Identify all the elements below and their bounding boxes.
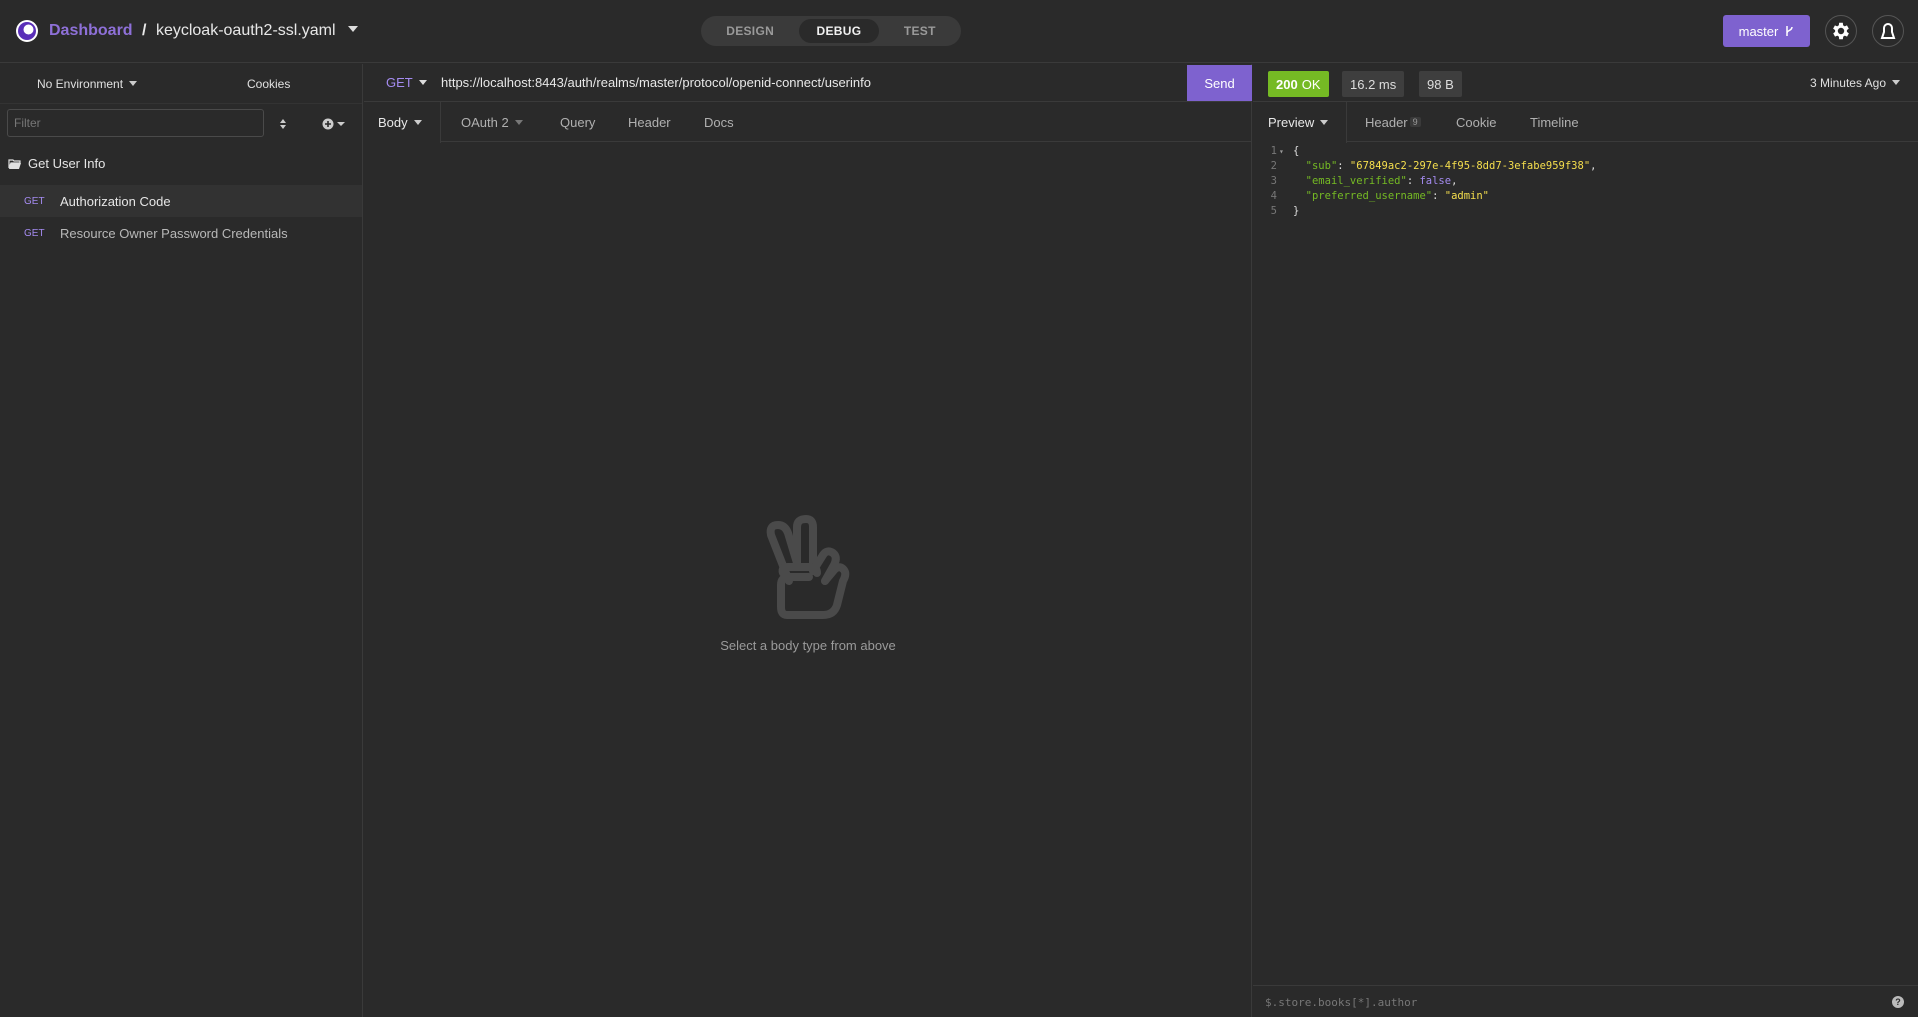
tab-label: Header — [1365, 114, 1408, 130]
peace-hand-icon — [766, 515, 850, 619]
chevron-down-icon — [418, 80, 427, 85]
chevron-down-icon — [514, 119, 523, 125]
sidebar-item-authorization-code[interactable]: GET Authorization Code — [0, 185, 362, 217]
tab-header[interactable]: Header — [628, 102, 671, 142]
folder-label: Get User Info — [28, 156, 106, 171]
tab-label: OAuth 2 — [461, 114, 509, 130]
insomnia-logo-icon[interactable] — [15, 19, 39, 43]
tab-design[interactable]: DESIGN — [708, 19, 792, 43]
tab-docs[interactable]: Docs — [704, 102, 734, 142]
json-key: "preferred_username" — [1305, 190, 1433, 202]
tab-timeline[interactable]: Timeline — [1530, 102, 1579, 142]
sort-icon[interactable] — [276, 116, 290, 132]
response-time-ago: 3 Minutes Ago — [1809, 76, 1886, 90]
filter-wrapper — [7, 109, 264, 137]
environment-row: No Environment Cookies — [0, 64, 362, 104]
line-number: 4 — [1270, 190, 1277, 202]
tab-debug[interactable]: DEBUG — [798, 19, 880, 43]
tab-body[interactable]: Body — [364, 102, 441, 143]
response-time-badge: 16.2 ms — [1342, 71, 1405, 97]
chevron-down-icon — [1892, 80, 1900, 85]
workspace-name[interactable]: keycloak-oauth2-ssl.yaml — [156, 22, 336, 39]
folder-open-icon — [8, 158, 21, 169]
response-filter-input[interactable] — [1265, 994, 1765, 1010]
tab-test[interactable]: TEST — [886, 19, 954, 43]
chevron-down-icon — [1320, 120, 1329, 125]
response-tabs: Preview Header 9 Cookie Timeline — [1253, 102, 1918, 143]
tab-query[interactable]: Query — [560, 102, 595, 142]
tab-label: Body — [378, 115, 408, 130]
breadcrumb-separator: / — [142, 22, 147, 39]
status-badge: 200 OK — [1268, 71, 1329, 97]
help-icon[interactable]: ? — [1892, 996, 1904, 1008]
empty-body-state: Select a body type from above — [364, 515, 1252, 653]
sidebar-filter-input[interactable] — [7, 109, 264, 137]
branch-button[interactable]: master — [1723, 15, 1810, 47]
sidebar-item-password-credentials[interactable]: GET Resource Owner Password Credentials — [0, 217, 362, 249]
chevron-down-icon — [413, 120, 422, 125]
branch-label: master — [1738, 23, 1779, 39]
response-history-dropdown[interactable]: 3 Minutes Ago — [1810, 76, 1900, 90]
cookies-button[interactable]: Cookies — [247, 77, 290, 91]
code-text: { — [1293, 145, 1300, 157]
sidebar: No Environment Cookies Get User Info GET… — [0, 64, 363, 1017]
code-line: 1 ▾ { — [1253, 144, 1918, 159]
request-method: GET — [24, 227, 45, 239]
response-pane: 200 OK 16.2 ms 98 B 3 Minutes Ago Previe… — [1253, 64, 1918, 1017]
tab-response-header[interactable]: Header 9 — [1365, 102, 1421, 142]
code-line: 3 "email_verified": false, — [1253, 174, 1918, 189]
tab-cookie[interactable]: Cookie — [1456, 102, 1496, 142]
tab-preview[interactable]: Preview — [1253, 102, 1348, 143]
method-dropdown[interactable]: GET — [386, 75, 427, 90]
code-text: } — [1293, 205, 1300, 217]
environment-label: No Environment — [37, 77, 124, 91]
user-icon — [1880, 22, 1896, 39]
request-tabs: Body OAuth 2 Query Header Docs — [364, 102, 1252, 143]
code-line: 2 "sub": "67849ac2-297e-4f95-8dd7-3efabe… — [1253, 159, 1918, 174]
add-plus-icon[interactable] — [320, 116, 348, 132]
json-key: "sub" — [1305, 160, 1338, 172]
tab-label: Preview — [1268, 115, 1315, 130]
json-string: "admin" — [1444, 190, 1490, 202]
line-number: 5 — [1270, 205, 1277, 217]
line-number: 1 — [1270, 145, 1277, 157]
header-count-badge: 9 — [1409, 117, 1421, 127]
fold-arrow-icon[interactable]: ▾ — [1279, 144, 1287, 159]
request-method: GET — [24, 195, 45, 207]
tab-auth[interactable]: OAuth 2 — [461, 102, 523, 142]
status-code: 200 — [1276, 76, 1298, 92]
response-filter-bar: ? — [1253, 985, 1918, 1017]
status-text: OK — [1301, 76, 1321, 92]
account-button[interactable] — [1872, 15, 1904, 47]
chevron-down-icon — [129, 81, 138, 86]
request-pane: GET https://localhost:8443/auth/realms/m… — [364, 64, 1252, 1017]
response-size-badge: 98 B — [1419, 71, 1462, 97]
line-number: 2 — [1270, 160, 1277, 172]
folder-get-user-info[interactable]: Get User Info — [8, 156, 105, 171]
environment-dropdown[interactable]: No Environment — [37, 77, 138, 91]
breadcrumb: Dashboard / keycloak-oauth2-ssl.yaml — [49, 22, 359, 40]
code-line: 4 "preferred_username": "admin" — [1253, 189, 1918, 204]
gear-icon — [1833, 22, 1849, 40]
json-string: "67849ac2-297e-4f95-8dd7-3efabe959f38" — [1349, 160, 1591, 172]
json-key: "email_verified" — [1305, 175, 1407, 187]
url-input[interactable]: https://localhost:8443/auth/realms/maste… — [441, 75, 871, 90]
chevron-down-icon[interactable] — [348, 26, 359, 32]
json-boolean: false — [1419, 175, 1452, 187]
dashboard-link[interactable]: Dashboard — [49, 22, 133, 39]
empty-body-text: Select a body type from above — [720, 638, 896, 653]
response-status-bar: 200 OK 16.2 ms 98 B 3 Minutes Ago — [1253, 64, 1918, 102]
url-bar: GET https://localhost:8443/auth/realms/m… — [364, 64, 1252, 102]
top-bar: Dashboard / keycloak-oauth2-ssl.yaml DES… — [0, 0, 1918, 63]
mode-switcher: DESIGN DEBUG TEST — [701, 16, 961, 46]
settings-button[interactable] — [1825, 15, 1857, 47]
request-name: Resource Owner Password Credentials — [60, 225, 288, 241]
send-button[interactable]: Send — [1187, 65, 1252, 101]
method-label: GET — [386, 75, 413, 90]
git-branch-icon — [1786, 26, 1794, 36]
request-name: Authorization Code — [60, 193, 171, 209]
response-body-viewer[interactable]: 1 ▾ { 2 "sub": "67849ac2-297e-4f95-8dd7-3e… — [1253, 144, 1918, 219]
code-line: 5} — [1253, 204, 1918, 219]
line-number: 3 — [1270, 175, 1277, 187]
